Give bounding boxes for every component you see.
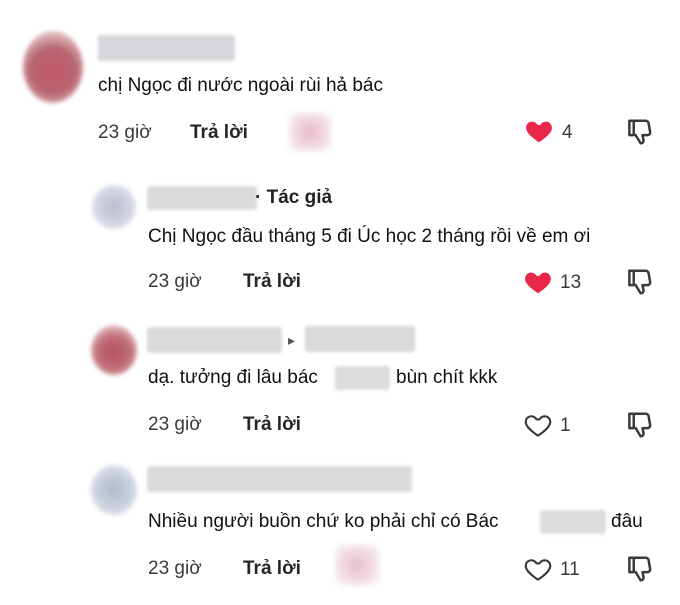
username-blurred[interactable] — [98, 35, 235, 61]
like-count: 11 — [560, 559, 580, 580]
comment-text: Chị Ngọc đầu tháng 5 đi Úc học 2 tháng r… — [148, 226, 591, 247]
comment-text-part1: Nhiều người buồn chứ ko phải chỉ có Bác — [148, 511, 499, 532]
dislike-icon[interactable] — [625, 410, 655, 440]
dislike-icon[interactable] — [625, 267, 655, 297]
reply-button[interactable]: Trả lời — [243, 270, 301, 294]
comment-time: 23 giờ — [98, 122, 152, 143]
like-count: 1 — [560, 415, 571, 436]
mention-blurred[interactable] — [335, 366, 390, 390]
replied-username-blurred[interactable] — [305, 326, 415, 352]
sticker-image — [289, 113, 331, 151]
heart-icon[interactable] — [523, 267, 553, 297]
dislike-icon[interactable] — [625, 554, 655, 584]
comment-time: 23 giờ — [148, 414, 202, 435]
heart-icon[interactable] — [524, 116, 554, 146]
comment-text-part2: bùn chít kkk — [396, 367, 498, 388]
author-tag: · Tác giả — [255, 187, 333, 208]
comment-time: 23 giờ — [148, 558, 202, 579]
mention-blurred[interactable] — [540, 510, 606, 534]
like-count: 13 — [560, 272, 582, 293]
reply-button[interactable]: Trả lời — [243, 413, 301, 437]
heart-outline-icon[interactable] — [523, 410, 553, 440]
comment-time: 23 giờ — [148, 271, 202, 292]
sticker-image — [335, 545, 379, 585]
reply-button[interactable]: Trả lời — [190, 121, 248, 145]
dislike-icon[interactable] — [625, 117, 655, 147]
avatar[interactable] — [23, 31, 83, 103]
avatar[interactable] — [91, 465, 137, 515]
reply-button[interactable]: Trả lời — [243, 557, 301, 581]
reply-arrow: ▸ — [288, 332, 296, 348]
username-blurred[interactable] — [147, 186, 257, 210]
comment-text: chị Ngọc đi nước ngoài rùi hả bác — [98, 75, 383, 96]
avatar[interactable] — [92, 185, 136, 229]
heart-outline-icon[interactable] — [523, 554, 553, 584]
comment-text-part1: dạ. tưởng đi lâu bác — [148, 367, 318, 388]
username-blurred[interactable] — [147, 327, 282, 353]
like-count: 4 — [562, 122, 573, 143]
comment-text-part2: đâu — [611, 511, 643, 532]
username-blurred[interactable] — [147, 466, 412, 492]
avatar[interactable] — [91, 325, 137, 375]
